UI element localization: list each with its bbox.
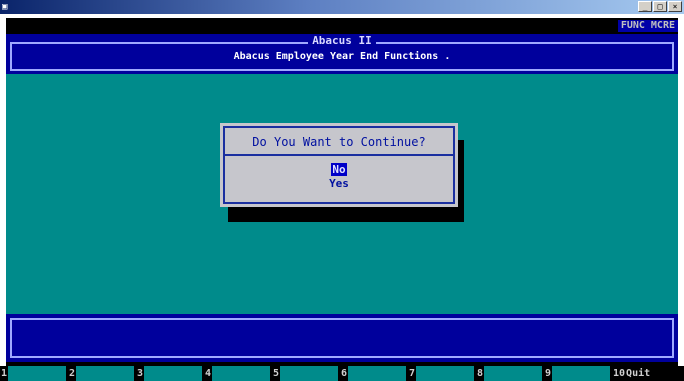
status-line xyxy=(6,18,678,32)
fkey-2[interactable]: 2 xyxy=(68,366,135,381)
message-panel xyxy=(6,314,678,362)
minimize-button[interactable]: _ xyxy=(638,1,652,12)
func-mode-indicator: FUNC MCRE xyxy=(617,20,678,32)
maximize-button[interactable]: □ xyxy=(653,1,667,12)
fkey-6[interactable]: 6 xyxy=(340,366,407,381)
app-subtitle: Abacus Employee Year End Functions . xyxy=(233,51,451,62)
app-icon[interactable]: ▣ xyxy=(2,2,14,12)
fkey-3[interactable]: 3 xyxy=(136,366,203,381)
window-title-bar[interactable]: ▣ _ □ × xyxy=(0,0,684,14)
fkey-8[interactable]: 8 xyxy=(476,366,543,381)
continue-dialog: Do You Want to Continue? No Yes xyxy=(220,123,458,207)
option-yes[interactable]: Yes xyxy=(220,178,458,190)
function-key-bar: 1 2 3 4 5 6 7 8 9 10 Quit xyxy=(0,366,684,381)
close-button[interactable]: × xyxy=(668,1,682,12)
app-header: Abacus II Abacus Employee Year End Funct… xyxy=(6,34,678,74)
fkey-10-quit[interactable]: 10 Quit xyxy=(612,366,651,381)
message-frame xyxy=(10,318,674,358)
dialog-question: Do You Want to Continue? xyxy=(252,135,426,149)
fkey-7[interactable]: 7 xyxy=(408,366,475,381)
fkey-5[interactable]: 5 xyxy=(272,366,339,381)
option-no[interactable]: No xyxy=(331,163,347,176)
dialog-separator xyxy=(223,154,455,156)
window-controls: _ □ × xyxy=(638,1,682,12)
fkey-4[interactable]: 4 xyxy=(204,366,271,381)
fkey-1[interactable]: 1 xyxy=(0,366,67,381)
fkey-9[interactable]: 9 xyxy=(544,366,611,381)
app-title: Abacus II xyxy=(308,34,376,47)
